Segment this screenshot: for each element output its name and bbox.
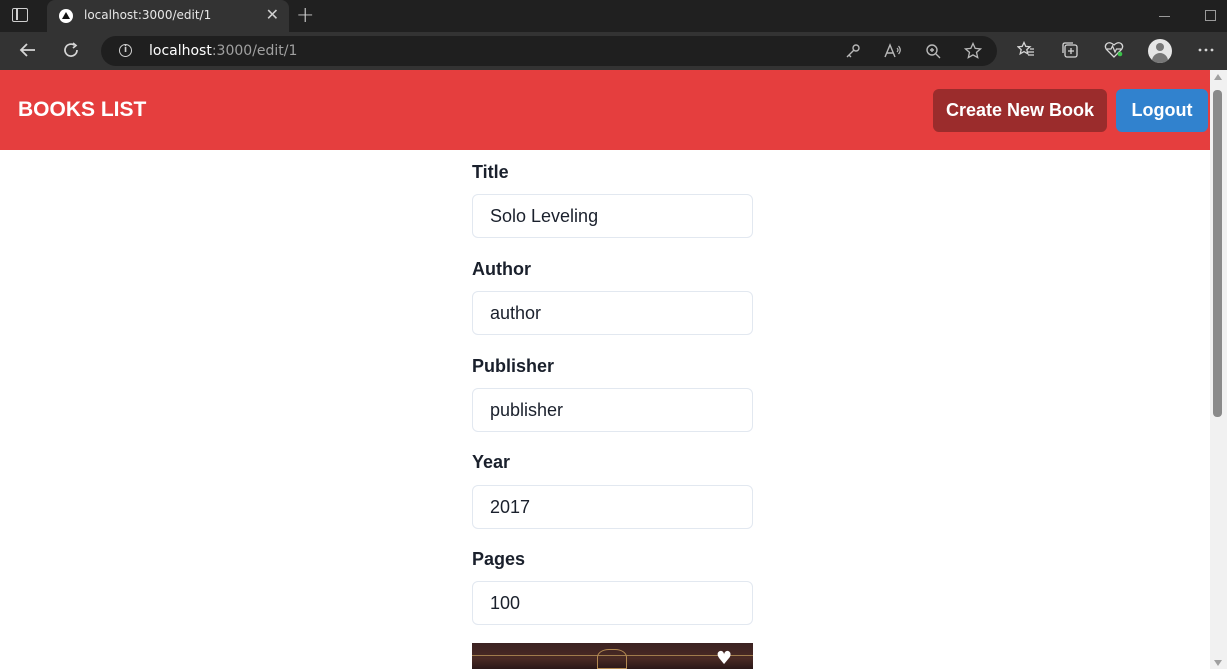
brand-title[interactable]: BOOKS LIST [18, 98, 146, 122]
pages-label: Pages [472, 549, 526, 569]
page-scrollbar[interactable] [1210, 70, 1227, 669]
collections-icon[interactable] [1058, 38, 1082, 62]
health-icon[interactable] [1102, 38, 1126, 62]
restore-icon[interactable] [1205, 10, 1216, 21]
favorites-icon[interactable] [1014, 38, 1038, 62]
key-icon[interactable] [842, 40, 864, 62]
title-input[interactable] [472, 194, 753, 238]
author-input[interactable] [472, 291, 753, 335]
year-label: Year [472, 452, 511, 472]
cover-emblem [597, 649, 627, 669]
publisher-label: Publisher [472, 356, 555, 376]
close-tab-icon[interactable]: ✕ [266, 5, 279, 24]
favicon-icon [59, 9, 73, 23]
year-input[interactable] [472, 485, 753, 529]
info-icon[interactable]: i [119, 44, 132, 57]
pages-input[interactable] [472, 581, 753, 625]
read-aloud-icon[interactable] [882, 40, 904, 62]
favorite-star-icon[interactable] [962, 40, 984, 62]
tab-actions-icon[interactable] [12, 8, 28, 22]
browser-tab-bar: localhost:3000/edit/1 ✕ + [0, 0, 1227, 32]
browser-toolbar: i localhost:3000/edit/1 [0, 32, 1227, 70]
logout-button[interactable]: Logout [1116, 89, 1208, 132]
author-label: Author [472, 259, 531, 279]
publisher-input[interactable] [472, 388, 753, 432]
tab-title: localhost:3000/edit/1 [84, 8, 212, 22]
back-icon[interactable] [16, 38, 40, 62]
app-navbar: BOOKS LIST Create New Book Logout [0, 70, 1210, 150]
minimize-icon[interactable] [1159, 16, 1170, 17]
title-label: Title [472, 162, 509, 182]
create-new-book-button[interactable]: Create New Book [933, 89, 1107, 132]
address-bar[interactable]: i localhost:3000/edit/1 [101, 36, 997, 66]
profile-avatar[interactable] [1148, 39, 1172, 63]
url-host: localhost [149, 43, 212, 59]
more-icon[interactable] [1194, 38, 1218, 62]
scroll-down-arrow-icon[interactable] [1214, 660, 1222, 666]
refresh-icon[interactable] [59, 38, 83, 62]
scroll-up-arrow-icon[interactable] [1214, 74, 1222, 80]
new-tab-button[interactable]: + [296, 3, 314, 28]
book-cover-image: ♥ [472, 643, 753, 669]
browser-tab[interactable]: localhost:3000/edit/1 ✕ [47, 0, 289, 32]
heart-icon: ♥ [716, 648, 733, 669]
scrollbar-thumb[interactable] [1213, 90, 1222, 417]
url-path: :3000/edit/1 [211, 43, 298, 59]
zoom-icon[interactable] [922, 40, 944, 62]
url-text[interactable]: localhost:3000/edit/1 [149, 43, 297, 59]
